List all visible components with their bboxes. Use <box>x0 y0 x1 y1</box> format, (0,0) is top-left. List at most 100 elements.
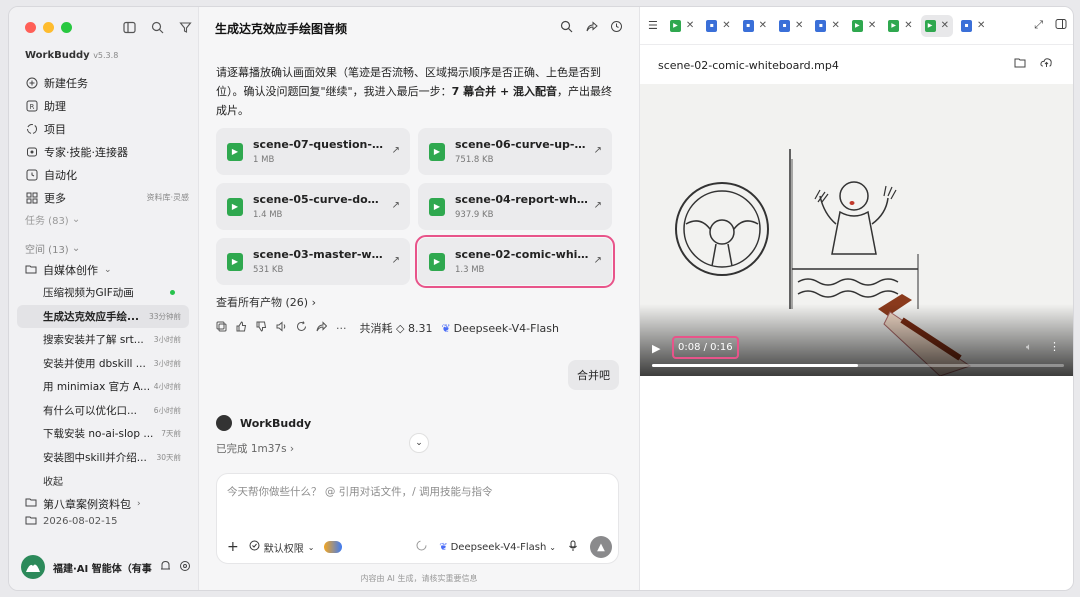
file-card[interactable]: ▶ scene-06-curve-up-w... 751.8 KB ↗ <box>418 128 612 175</box>
close-tab-icon[interactable]: ✕ <box>795 20 803 31</box>
file-tab[interactable]: ▶ ✕ <box>848 15 880 37</box>
close-tab-icon[interactable]: ✕ <box>941 20 949 31</box>
model-select[interactable]: ❦ Deepseek-V4-Flash ⌄ <box>439 542 556 553</box>
avatar[interactable] <box>21 555 45 579</box>
assistant-icon: R <box>25 99 38 112</box>
close-tab-icon[interactable]: ✕ <box>831 20 839 31</box>
file-size: 1.4 MB <box>253 210 283 220</box>
file-tab[interactable]: ▶ ✕ <box>666 15 698 37</box>
close-tab-icon[interactable]: ✕ <box>977 20 985 31</box>
close-tab-icon[interactable]: ✕ <box>722 20 730 31</box>
search-icon[interactable] <box>149 19 165 35</box>
chat-input[interactable] <box>227 486 607 498</box>
task-item[interactable]: 安装并使用 dbskill ... 3小时前 <box>17 352 189 376</box>
expand-icon[interactable]: ⤢ <box>1034 18 1043 33</box>
collapse-label: 收起 <box>43 477 63 489</box>
copy-icon[interactable] <box>216 321 227 335</box>
minimize-window-button[interactable] <box>43 22 54 33</box>
regenerate-icon[interactable] <box>296 321 307 335</box>
open-arrow-icon[interactable]: ↗ <box>594 255 602 266</box>
plugin-badge-icon[interactable] <box>324 541 343 553</box>
version-label: v5.3.8 <box>93 51 119 60</box>
open-arrow-icon[interactable]: ↗ <box>392 145 400 156</box>
open-arrow-icon[interactable]: ↗ <box>594 145 602 156</box>
task-item[interactable]: 压缩视频为GIF动画 <box>17 281 189 305</box>
space-section-header[interactable]: 空间 (13) ⌄ <box>25 237 189 259</box>
nav-automation[interactable]: 自动化 <box>25 163 189 186</box>
volume-icon[interactable]: 🔈︎ <box>1026 342 1032 353</box>
file-tab[interactable]: ▪ ✕ <box>811 15 843 37</box>
search-icon[interactable] <box>560 20 573 36</box>
settings-icon[interactable] <box>179 560 191 575</box>
more-icon[interactable]: ··· <box>336 322 347 335</box>
bell-icon[interactable] <box>160 560 171 575</box>
speaker-icon[interactable] <box>276 321 287 335</box>
video-progress-bar[interactable] <box>652 364 1064 367</box>
file-card[interactable]: ▶ scene-04-report-white... 937.9 KB ↗ <box>418 183 612 230</box>
share-icon[interactable] <box>585 20 598 36</box>
completed-status[interactable]: 已完成 1m37s › <box>216 441 294 456</box>
file-card[interactable]: ▶ scene-03-master-whit... 531 KB ↗ <box>216 238 410 285</box>
folder-icon[interactable] <box>1014 57 1026 71</box>
close-tab-icon[interactable]: ✕ <box>904 20 912 31</box>
task-item-active[interactable]: 生成达克效应手绘... 33分钟前 <box>17 304 189 328</box>
open-arrow-icon[interactable]: ↗ <box>392 255 400 266</box>
nav-label: 助理 <box>44 99 66 113</box>
more-vertical-icon[interactable]: ⋮ <box>1049 340 1060 353</box>
close-tab-icon[interactable]: ✕ <box>686 20 694 31</box>
task-label: 压缩视频为GIF动画 <box>43 287 134 300</box>
task-item[interactable]: 搜索安装并了解 srt... 3小时前 <box>17 328 189 352</box>
video-player[interactable]: ▶ 0:08 / 0:16 🔈︎ ⋮ <box>640 84 1073 376</box>
group-media-creation[interactable]: 自媒体创作 ⌄ <box>25 259 189 281</box>
thumbs-up-icon[interactable] <box>236 321 247 335</box>
nav-more[interactable]: 更多 资料库·灵感 <box>25 186 189 209</box>
file-card[interactable]: ▶ scene-07-question-wh... 1 MB ↗ <box>216 128 410 175</box>
close-window-button[interactable] <box>25 22 36 33</box>
nav-project[interactable]: 项目 <box>25 117 189 140</box>
scroll-down-button[interactable]: ⌄ <box>409 433 429 453</box>
group-date[interactable]: 2026-08-02-15 <box>25 515 189 529</box>
open-arrow-icon[interactable]: ↗ <box>392 200 400 211</box>
file-size: 1.3 MB <box>455 265 485 275</box>
project-icon <box>25 122 38 135</box>
file-tab[interactable]: ▶ ✕ <box>884 15 916 37</box>
maximize-window-button[interactable] <box>61 22 72 33</box>
close-tab-icon[interactable]: ✕ <box>759 20 767 31</box>
group-chapter-eight[interactable]: 第八章案例资料包 › <box>25 493 189 515</box>
upload-cloud-icon[interactable] <box>1040 57 1053 71</box>
close-tab-icon[interactable]: ✕ <box>868 20 876 31</box>
thumbs-down-icon[interactable] <box>256 321 267 335</box>
task-item[interactable]: 安装图中skill并介绍... 30天前 <box>17 446 189 470</box>
file-tab[interactable]: ▪ ✕ <box>957 15 989 37</box>
share-icon[interactable] <box>316 321 328 335</box>
file-tab[interactable]: ▪ ✕ <box>702 15 734 37</box>
tab-list-icon[interactable]: ☰ <box>648 19 658 32</box>
play-button[interactable]: ▶ <box>652 342 660 355</box>
tasks-section-header[interactable]: 任务 (83) ⌄ <box>25 209 189 229</box>
open-arrow-icon[interactable]: ↗ <box>594 200 602 211</box>
collapse-link[interactable]: 收起 <box>17 469 189 493</box>
add-icon[interactable]: + <box>227 539 239 555</box>
chevron-down-icon: ⌄ <box>104 265 112 275</box>
mic-icon[interactable] <box>568 540 578 555</box>
task-label: 搜索安装并了解 srt... <box>43 334 144 347</box>
view-all-outputs-link[interactable]: 查看所有产物 (26) › <box>216 294 316 310</box>
task-item[interactable]: 用 minimiax 官方 A... 4小时前 <box>17 375 189 399</box>
nav-expert[interactable]: 专家·技能·连接器 <box>25 140 189 163</box>
permission-select[interactable]: 默认权限 ⌄ <box>249 540 314 555</box>
send-button[interactable]: ▲ <box>590 536 612 558</box>
nav-assistant[interactable]: R 助理 <box>25 94 189 117</box>
file-tab[interactable]: ▪ ✕ <box>775 15 807 37</box>
history-icon[interactable] <box>610 20 623 36</box>
file-card-selected[interactable]: ▶ scene-02-comic-white... 1.3 MB ↗ <box>415 235 615 288</box>
nav-new-task[interactable]: 新建任务 <box>25 71 189 94</box>
file-tab[interactable]: ▪ ✕ <box>739 15 771 37</box>
panel-toggle-icon[interactable] <box>1055 18 1067 33</box>
filter-icon[interactable] <box>177 19 193 35</box>
task-item[interactable]: 有什么可以优化口... 6小时前 <box>17 399 189 423</box>
task-label: 安装图中skill并介绍... <box>43 451 147 464</box>
sidebar-toggle-icon[interactable] <box>121 19 137 35</box>
file-card[interactable]: ▶ scene-05-curve-down... 1.4 MB ↗ <box>216 183 410 230</box>
task-item[interactable]: 下载安装 no-ai-slop ... 7天前 <box>17 422 189 446</box>
file-tab-active[interactable]: ▶ ✕ <box>920 14 953 37</box>
